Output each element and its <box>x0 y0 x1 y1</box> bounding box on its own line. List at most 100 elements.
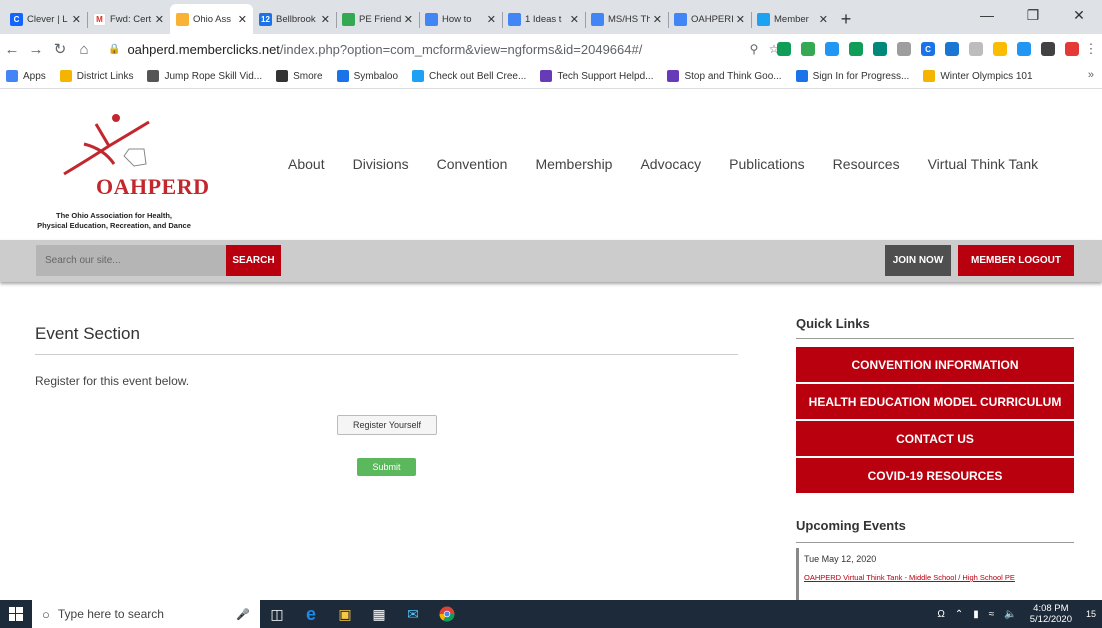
browser-tab[interactable]: MS/HS Th ✕ <box>585 4 668 34</box>
bookmark-icon <box>540 70 553 82</box>
volume-icon[interactable]: 🔈 <box>1004 609 1016 620</box>
address-bar[interactable]: 🔒 oahperd.memberclicks.net/index.php?opt… <box>102 37 742 61</box>
extension-icon[interactable] <box>1041 42 1055 56</box>
mail-icon[interactable]: ✉ <box>396 600 430 628</box>
edge-browser-icon[interactable]: e <box>294 600 328 628</box>
notification-count: 15 <box>1085 609 1096 619</box>
url-path: /index.php?option=com_mcform&view=ngform… <box>279 41 643 57</box>
extension-icon[interactable] <box>969 42 983 56</box>
browser-tab[interactable]: 1 Ideas t ✕ <box>502 4 585 34</box>
bookmark-item[interactable]: Tech Support Helpd... <box>540 70 653 82</box>
quick-link-contact-us[interactable]: CONTACT US <box>796 421 1074 456</box>
browser-tab[interactable]: 12 Bellbrook ✕ <box>253 4 336 34</box>
site-header: OAHPERD The Ohio Association for Health,… <box>0 90 1102 240</box>
extension-icon[interactable] <box>993 42 1007 56</box>
tab-close-icon[interactable]: ✕ <box>736 13 745 26</box>
bookmark-item[interactable]: Winter Olympics 101 <box>923 70 1033 82</box>
notification-center-icon[interactable]: 15 <box>1080 600 1102 628</box>
close-window-icon[interactable]: ✕ <box>1056 0 1102 30</box>
clock-time: 4:08 PM <box>1033 603 1069 614</box>
bookmark-item[interactable]: Symbaloo <box>336 70 398 82</box>
more-bookmarks-icon[interactable]: » <box>1088 69 1094 81</box>
back-arrow-icon[interactable]: ← <box>0 41 24 58</box>
tab-favicon-icon <box>176 12 189 26</box>
wifi-icon[interactable]: ≈ <box>989 609 995 620</box>
tab-close-icon[interactable]: ✕ <box>238 13 247 26</box>
tray-expand-icon[interactable]: ⌃ <box>955 609 963 620</box>
microphone-icon[interactable]: 🎤 <box>236 608 250 621</box>
browser-tab[interactable]: Member ✕ <box>751 4 834 34</box>
bookmark-item[interactable]: Smore <box>276 70 323 82</box>
drive-icon[interactable] <box>801 42 815 56</box>
extension-icon[interactable] <box>1017 42 1031 56</box>
tab-close-icon[interactable]: ✕ <box>404 13 413 26</box>
browser-tab[interactable]: PE Friend ✕ <box>336 4 419 34</box>
tab-close-icon[interactable]: ✕ <box>653 13 662 26</box>
browser-tab[interactable]: M Fwd: Cert ✕ <box>87 4 170 34</box>
nav-link-advocacy[interactable]: Advocacy <box>640 156 701 172</box>
tab-close-icon[interactable]: ✕ <box>321 13 330 26</box>
tab-close-icon[interactable]: ✕ <box>155 13 164 26</box>
member-logout-button[interactable]: MEMBER LOGOUT <box>958 245 1074 276</box>
tab-close-icon[interactable]: ✕ <box>487 13 496 26</box>
extension-icon[interactable]: C <box>921 42 935 56</box>
browser-tab[interactable]: Ohio Ass ✕ <box>170 4 253 34</box>
store-icon[interactable]: ▦ <box>362 600 396 628</box>
chrome-icon[interactable] <box>430 600 464 628</box>
tab-close-icon[interactable]: ✕ <box>570 13 579 26</box>
bookmark-item[interactable]: Stop and Think Goo... <box>667 70 782 82</box>
search-button[interactable]: SEARCH <box>226 245 281 276</box>
quick-link-health-curriculum[interactable]: HEALTH EDUCATION MODEL CURRICULUM <box>796 384 1074 419</box>
register-yourself-button[interactable]: Register Yourself <box>337 415 437 435</box>
new-tab-button[interactable]: + <box>834 4 858 34</box>
bookmark-item[interactable]: District Links <box>59 70 133 82</box>
people-icon[interactable]: Ω <box>937 609 944 620</box>
nav-link-publications[interactable]: Publications <box>729 156 805 172</box>
file-explorer-icon[interactable]: ▣ <box>328 600 362 628</box>
windows-start-icon[interactable] <box>0 600 32 628</box>
nav-link-membership[interactable]: Membership <box>535 156 612 172</box>
home-icon[interactable]: ⌂ <box>72 41 96 58</box>
browser-tab[interactable]: OAHPERI ✕ <box>668 4 751 34</box>
extension-icon[interactable] <box>849 42 863 56</box>
quick-link-convention[interactable]: CONVENTION INFORMATION <box>796 347 1074 382</box>
extension-icon[interactable] <box>777 42 791 56</box>
task-view-icon[interactable]: ◫ <box>260 600 294 628</box>
join-now-button[interactable]: JOIN NOW <box>885 245 951 276</box>
nav-link-about[interactable]: About <box>288 156 325 172</box>
nav-link-convention[interactable]: Convention <box>437 156 508 172</box>
system-clock[interactable]: 4:08 PM 5/12/2020 <box>1030 603 1072 625</box>
quick-link-covid-resources[interactable]: COVID-19 RESOURCES <box>796 458 1074 493</box>
bookmark-item[interactable]: Sign In for Progress... <box>795 70 909 82</box>
extension-icon[interactable] <box>873 42 887 56</box>
taskbar-search-box[interactable]: ○ Type here to search 🎤 <box>32 600 260 628</box>
forward-arrow-icon[interactable]: → <box>24 41 48 58</box>
restore-icon[interactable]: ❐ <box>1010 0 1056 30</box>
tab-close-icon[interactable]: ✕ <box>819 13 828 26</box>
bookmark-label: Winter Olympics 101 <box>940 70 1033 82</box>
oahperd-logo[interactable]: OAHPERD The Ohio Association for Health,… <box>34 104 209 230</box>
reload-icon[interactable]: ↻ <box>48 40 72 58</box>
extension-icon[interactable] <box>897 42 911 56</box>
nav-link-resources[interactable]: Resources <box>833 156 900 172</box>
minimize-icon[interactable]: — <box>964 0 1010 30</box>
site-search-input[interactable]: Search our site... <box>36 245 226 276</box>
submit-button[interactable]: Submit <box>357 458 416 476</box>
bookmark-item[interactable]: Jump Rope Skill Vid... <box>147 70 262 82</box>
extension-icon[interactable] <box>945 42 959 56</box>
event-link[interactable]: OAHPERD Virtual Think Tank - Middle Scho… <box>804 573 1074 582</box>
event-list-item: Tue May 12, 2020 OAHPERD Virtual Think T… <box>796 548 1074 600</box>
nav-link-virtual-think-tank[interactable]: Virtual Think Tank <box>928 156 1039 172</box>
battery-icon[interactable]: ▮ <box>973 609 979 620</box>
browser-tab[interactable]: How to ✕ <box>419 4 502 34</box>
bookmark-icon <box>147 70 160 82</box>
tab-close-icon[interactable]: ✕ <box>72 13 81 26</box>
nav-link-divisions[interactable]: Divisions <box>353 156 409 172</box>
browser-tab[interactable]: C Clever | L ✕ <box>4 4 87 34</box>
menu-kebab-icon[interactable]: ⋮ <box>1084 41 1098 57</box>
bookmark-item[interactable]: Apps <box>6 70 46 82</box>
zoom-icon[interactable]: ⚲ <box>746 42 762 56</box>
bookmark-item[interactable]: Check out Bell Cree... <box>412 70 526 82</box>
profile-icon[interactable] <box>1065 42 1079 56</box>
extension-icon[interactable] <box>825 42 839 56</box>
